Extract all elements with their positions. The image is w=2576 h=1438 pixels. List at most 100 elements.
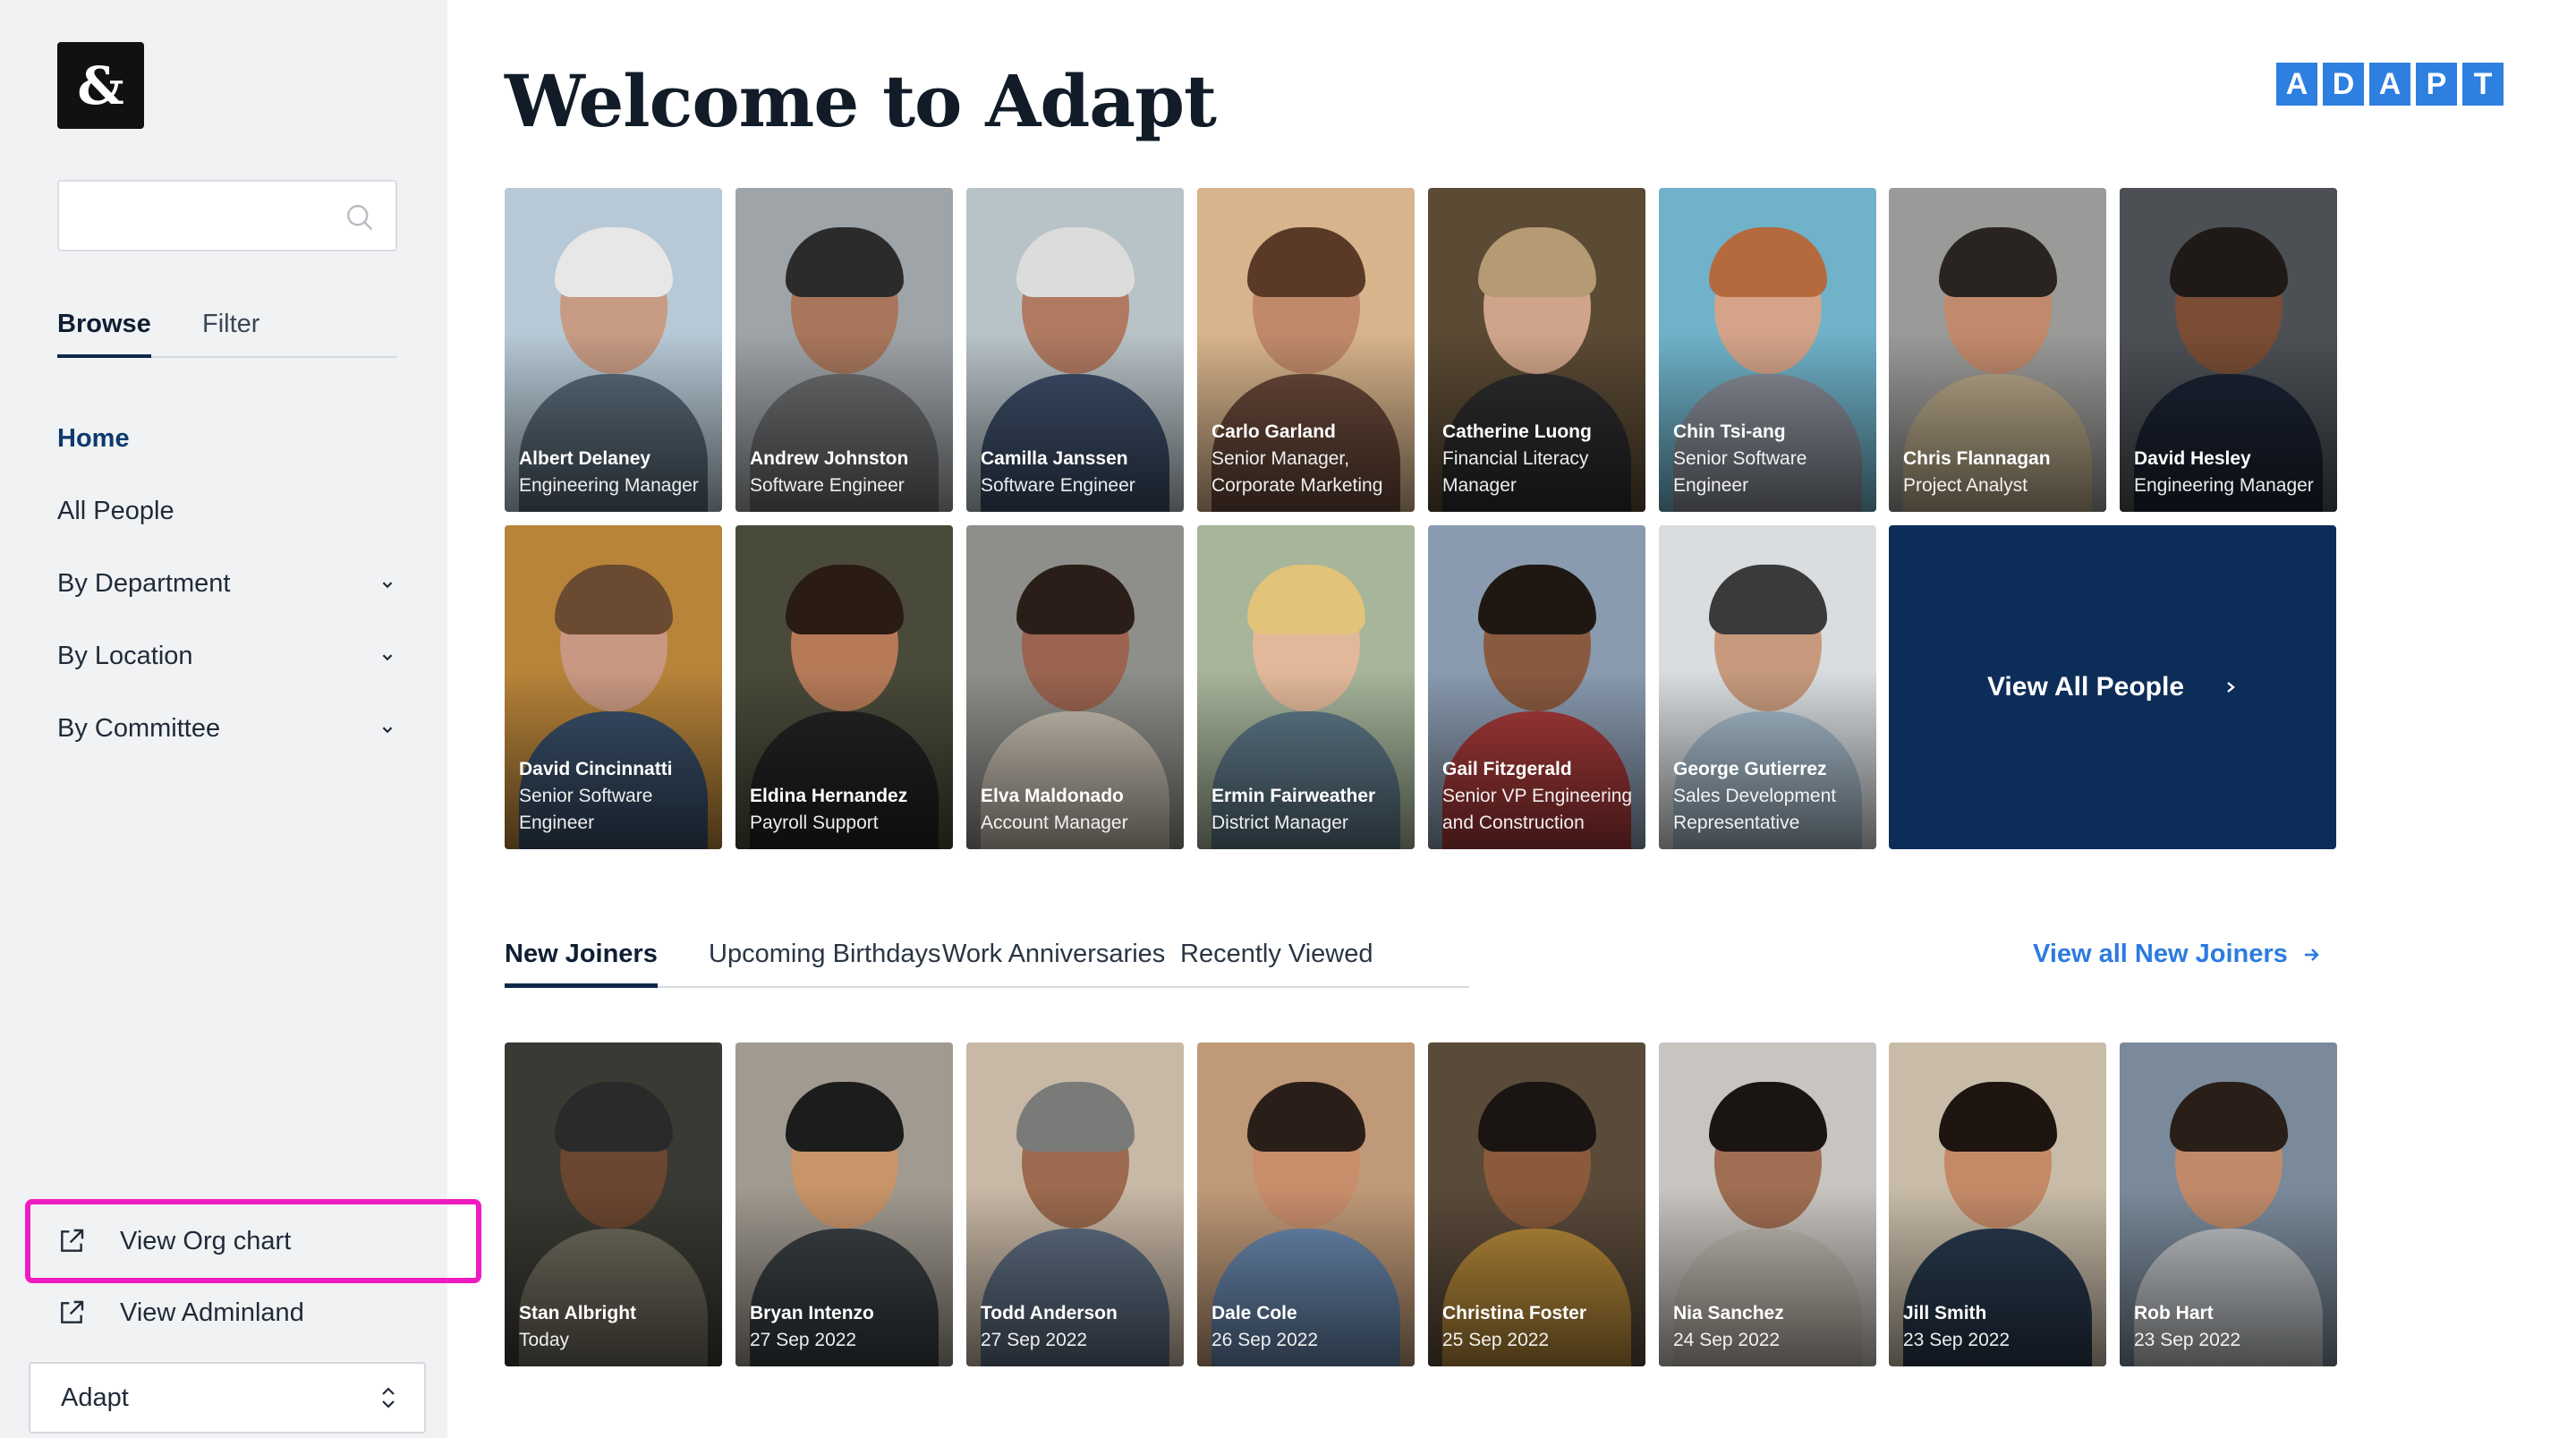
person-card[interactable]: Andrew Johnston Software Engineer: [735, 188, 953, 512]
join-date: 24 Sep 2022: [1673, 1330, 1781, 1350]
person-card[interactable]: Chris Flannagan Project Analyst: [1889, 188, 2106, 512]
person-role: Project Analyst: [1903, 475, 2028, 496]
person-name: Ermin Fairweather: [1211, 786, 1376, 806]
person-name: Chin Tsi-ang: [1673, 421, 1786, 442]
person-card[interactable]: Ermin Fairweather District Manager: [1197, 525, 1415, 849]
chevron-down-icon: [382, 653, 393, 660]
person-card[interactable]: David Cincinnatti Senior Software Enginee…: [505, 525, 722, 849]
view-all-new-joiners-link[interactable]: View all New Joiners: [2033, 940, 2322, 969]
person-card[interactable]: Catherine Luong Financial Literacy Manage…: [1428, 188, 1645, 512]
person-role: Senior Manager, Corporate Marketing: [1211, 448, 1383, 496]
chevron-down-icon: [382, 581, 393, 588]
workspace-select-value: Adapt: [61, 1383, 129, 1412]
new-joiner-card[interactable]: Stan Albright Today: [505, 1042, 722, 1366]
sidebar-item-label: Home: [57, 424, 130, 453]
person-role: Payroll Support: [750, 813, 879, 833]
highlight-annotation: [25, 1199, 481, 1283]
person-name: Catherine Luong: [1442, 421, 1592, 442]
new-joiner-card[interactable]: Christina Foster 25 Sep 2022: [1428, 1042, 1645, 1366]
sidebar-item-label: By Location: [57, 642, 193, 670]
search-icon[interactable]: [344, 201, 376, 234]
person-name: Rob Hart: [2134, 1303, 2214, 1323]
person-name: Todd Anderson: [981, 1303, 1118, 1323]
tab-browse[interactable]: Browse: [57, 304, 151, 358]
person-role: District Manager: [1211, 813, 1348, 833]
people-tabs: New Joiners Upcoming Birthdays Work Anni…: [505, 931, 1469, 988]
person-name: Chris Flannagan: [1903, 448, 2051, 469]
person-card[interactable]: Camilla Janssen Software Engineer: [966, 188, 1184, 512]
sidebar-item-by-committee[interactable]: By Committee: [57, 693, 397, 765]
view-all-new-joiners-label: View all New Joiners: [2033, 940, 2288, 968]
person-role: Engineering Manager: [519, 475, 699, 496]
arrow-right-icon: [2304, 948, 2319, 961]
person-name: Bryan Intenzo: [750, 1303, 874, 1323]
join-date: 27 Sep 2022: [981, 1330, 1088, 1350]
person-card[interactable]: David Hesley Engineering Manager: [2120, 188, 2337, 512]
chevron-right-icon: [2227, 682, 2235, 693]
person-card[interactable]: George Gutierrez Sales Development Repres…: [1659, 525, 1876, 849]
join-date: 23 Sep 2022: [2134, 1330, 2241, 1350]
chevron-down-icon: [382, 726, 393, 733]
new-joiner-card[interactable]: Rob Hart 23 Sep 2022: [2120, 1042, 2337, 1366]
page-title: Welcome to Adapt: [505, 59, 1217, 143]
new-joiner-card[interactable]: Todd Anderson 27 Sep 2022: [966, 1042, 1184, 1366]
person-role: Senior Software Engineer: [519, 786, 653, 833]
person-name: Camilla Janssen: [981, 448, 1128, 469]
person-name: Elva Maldonado: [981, 786, 1124, 806]
person-name: George Gutierrez: [1673, 759, 1827, 779]
updown-chevron-icon: [382, 1387, 395, 1408]
person-role: Financial Literacy Manager: [1442, 448, 1589, 496]
person-name: David Cincinnatti: [519, 759, 673, 779]
person-name: Dale Cole: [1211, 1303, 1297, 1323]
sidebar-item-all-people[interactable]: All People: [57, 475, 397, 548]
join-date: 23 Sep 2022: [1903, 1330, 2011, 1350]
person-role: Software Engineer: [750, 475, 905, 496]
join-date: 26 Sep 2022: [1211, 1330, 1319, 1350]
tab-upcoming-birthdays[interactable]: Upcoming Birthdays: [709, 931, 941, 988]
sidebar-item-home[interactable]: Home: [57, 403, 397, 475]
person-role: Account Manager: [981, 813, 1128, 833]
person-card[interactable]: Carlo Garland Senior Manager, Corporate M…: [1197, 188, 1415, 512]
workspace-select[interactable]: Adapt: [29, 1362, 426, 1434]
tab-work-anniversaries[interactable]: Work Anniversaries: [942, 931, 1165, 988]
person-card[interactable]: Elva Maldonado Account Manager: [966, 525, 1184, 849]
person-role: Engineering Manager: [2134, 475, 2314, 496]
person-name: Eldina Hernandez: [750, 786, 908, 806]
new-joiner-card[interactable]: Bryan Intenzo 27 Sep 2022: [735, 1042, 953, 1366]
person-name: Christina Foster: [1442, 1303, 1587, 1323]
person-name: Jill Smith: [1903, 1303, 1987, 1323]
sidebar-item-by-location[interactable]: By Location: [57, 620, 397, 693]
person-name: Albert Delaney: [519, 448, 651, 469]
new-joiner-card[interactable]: Jill Smith 23 Sep 2022: [1889, 1042, 2106, 1366]
person-card[interactable]: Albert Delaney Engineering Manager: [505, 188, 722, 512]
browse-filter-tabs: Browse Filter: [57, 304, 397, 358]
person-card[interactable]: Gail Fitzgerald Senior VP Engineering and…: [1428, 525, 1645, 849]
person-role: Senior Software Engineer: [1673, 448, 1807, 496]
view-adminland-link[interactable]: View Adminland: [57, 1277, 433, 1349]
tab-new-joiners[interactable]: New Joiners: [505, 931, 658, 988]
new-joiner-card[interactable]: Dale Cole 26 Sep 2022: [1197, 1042, 1415, 1366]
sidebar-item-label: By Committee: [57, 714, 221, 743]
sidebar-nav: Home All People By Department By Locatio…: [57, 403, 397, 765]
join-date: 25 Sep 2022: [1442, 1330, 1550, 1350]
adapt-brand-logo: ADAPT: [2276, 63, 2504, 106]
person-role: Software Engineer: [981, 475, 1135, 496]
person-card[interactable]: Chin Tsi-ang Senior Software Engineer: [1659, 188, 1876, 512]
join-date: 27 Sep 2022: [750, 1330, 857, 1350]
person-card[interactable]: Eldina Hernandez Payroll Support: [735, 525, 953, 849]
view-all-people-button[interactable]: View All People: [1889, 525, 2336, 849]
sidebar-item-by-department[interactable]: By Department: [57, 548, 397, 620]
external-link-icon: [61, 1300, 84, 1323]
person-role: Senior VP Engineering and Construction: [1442, 786, 1633, 833]
app-logo[interactable]: &: [57, 42, 144, 129]
person-name: Gail Fitzgerald: [1442, 759, 1572, 779]
search-input[interactable]: [57, 180, 397, 251]
person-name: Andrew Johnston: [750, 448, 909, 469]
new-joiner-card[interactable]: Nia Sanchez 24 Sep 2022: [1659, 1042, 1876, 1366]
person-name: Carlo Garland: [1211, 421, 1336, 442]
tab-recently-viewed[interactable]: Recently Viewed: [1180, 931, 1373, 988]
tab-filter[interactable]: Filter: [202, 304, 259, 358]
sidebar-item-label: By Department: [57, 569, 231, 598]
sidebar-item-label: All People: [57, 497, 174, 525]
person-role: Sales Development Representative: [1673, 786, 1837, 833]
